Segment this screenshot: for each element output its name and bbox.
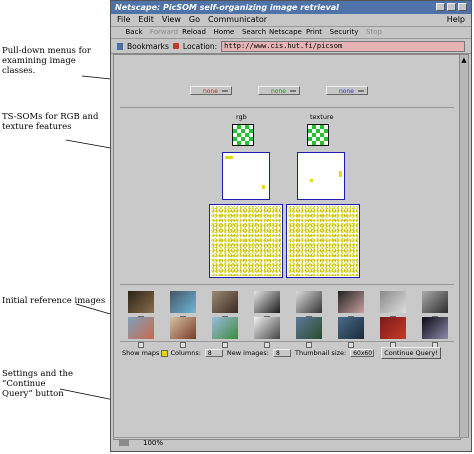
som-hits [211, 206, 281, 276]
title-bar: Netscape: PicSOM self-organizing image r… [111, 1, 471, 14]
white-house-photo[interactable] [212, 317, 238, 339]
thumbnail-size-select[interactable]: 60x60 [350, 349, 375, 357]
chevron-down-icon [290, 90, 296, 92]
som-marker [310, 179, 313, 182]
new-images-label: New images: [226, 348, 269, 357]
menu-view[interactable]: View [162, 14, 181, 26]
building-photo[interactable] [128, 317, 154, 339]
minimize-button[interactable] [436, 3, 445, 11]
divider [120, 107, 454, 108]
reload-button[interactable]: Reload [179, 27, 209, 38]
som-hits [288, 206, 358, 276]
som-marker [262, 185, 265, 189]
som-label-texture: texture [310, 113, 334, 121]
people-photo[interactable] [170, 317, 196, 339]
aircraft-photo[interactable] [380, 291, 406, 313]
location-icon [172, 43, 179, 49]
search-button[interactable]: Search [239, 27, 269, 38]
som-level3-rgb[interactable] [209, 204, 283, 278]
shoe-photo[interactable] [170, 291, 196, 313]
bookmark-icon[interactable] [117, 42, 123, 50]
status-zoom: 100% [143, 439, 164, 447]
columns-select[interactable]: 8 [204, 349, 223, 357]
som-level2-texture[interactable] [297, 152, 345, 200]
columns-label: Columns: [170, 348, 201, 357]
security-button[interactable]: Security [329, 27, 359, 38]
class-menu-blue-value: none [339, 88, 354, 95]
bw-collage-photo[interactable] [296, 291, 322, 313]
som-marker [339, 171, 342, 177]
som-level3-texture[interactable] [286, 204, 360, 278]
class-menu-blue[interactable]: none [326, 86, 368, 95]
continue-query-button[interactable]: Continue Query! [381, 347, 441, 359]
maximize-button[interactable] [447, 3, 456, 11]
chevron-down-icon [358, 90, 364, 92]
menu-help[interactable]: Help [447, 14, 465, 26]
car-photo[interactable] [422, 291, 448, 313]
location-toolbar: Bookmarks Location: http://www.cis.hut.f… [111, 39, 471, 54]
location-label: Location: [182, 41, 218, 51]
class-menu-green[interactable]: none [258, 86, 300, 95]
class-menu-red-value: none [203, 88, 218, 95]
red-pattern-photo[interactable] [380, 317, 406, 339]
status-bar: 100% [113, 437, 469, 449]
som-marker [225, 156, 233, 159]
settings-row: Show maps Columns: 8 New images: 8 Thumb… [122, 347, 441, 359]
show-maps-checkbox[interactable] [161, 349, 169, 357]
city-photo[interactable] [338, 317, 364, 339]
vertical-scrollbar[interactable]: ▲ [459, 54, 469, 438]
menu-go[interactable]: Go [189, 14, 200, 26]
new-images-select[interactable]: 8 [272, 349, 291, 357]
dark-figure-photo[interactable] [254, 291, 280, 313]
print-button[interactable]: Print [299, 27, 329, 38]
location-input[interactable]: http://www.cis.hut.fi/picsom [221, 40, 465, 52]
divider [120, 341, 454, 342]
thumbnail-size-label: Thumbnail size: [294, 348, 347, 357]
status-icon [119, 440, 129, 446]
back-button[interactable]: Back [119, 27, 149, 38]
som-level2-rgb[interactable] [222, 152, 270, 200]
navigation-toolbar: Back Forward Reload Home Search Netscape… [111, 27, 471, 39]
fireworks-photo[interactable] [422, 317, 448, 339]
statue-photo[interactable] [212, 291, 238, 313]
woman-photo[interactable] [338, 291, 364, 313]
chevron-down-icon [222, 90, 228, 92]
stop-button[interactable]: Stop [359, 27, 389, 38]
bw-portrait-photo[interactable] [254, 317, 280, 339]
browser-window: Netscape: PicSOM self-organizing image r… [110, 0, 472, 452]
menu-file[interactable]: File [117, 14, 130, 26]
landscape-photo[interactable] [296, 317, 322, 339]
menu-bar: File Edit View Go Communicator Help [111, 14, 471, 27]
close-button[interactable] [458, 3, 467, 11]
forward-button[interactable]: Forward [149, 27, 179, 38]
menu-communicator[interactable]: Communicator [208, 14, 267, 26]
som-level1-texture[interactable] [307, 124, 329, 146]
bookmarks-button[interactable]: Bookmarks [127, 42, 169, 51]
class-menu-green-value: none [271, 88, 286, 95]
som-level1-rgb[interactable] [232, 124, 254, 146]
divider [120, 284, 454, 285]
window-title: Netscape: PicSOM self-organizing image r… [115, 3, 339, 12]
class-menu-red[interactable]: none [190, 86, 232, 95]
person-photo[interactable] [128, 291, 154, 313]
scroll-up-icon[interactable]: ▲ [460, 56, 468, 64]
show-maps-label: Show maps [122, 348, 160, 357]
netscape-button[interactable]: Netscape [269, 27, 302, 38]
home-button[interactable]: Home [209, 27, 239, 38]
menu-edit[interactable]: Edit [138, 14, 154, 26]
page-content: none none none rgb texture Show maps Col… [113, 54, 461, 440]
som-label-rgb: rgb [236, 113, 247, 121]
